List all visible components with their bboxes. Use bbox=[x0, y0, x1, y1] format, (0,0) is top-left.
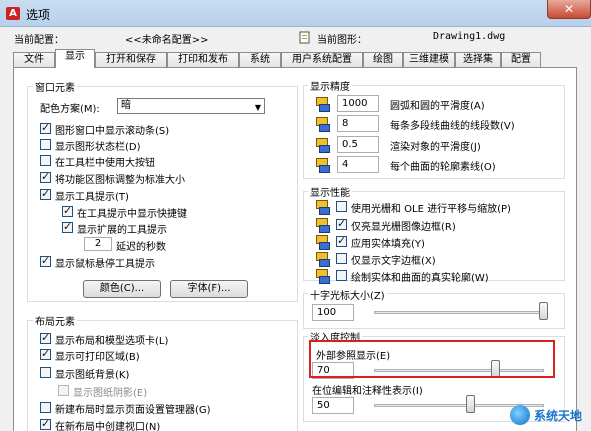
create-viewport-checkbox[interactable] bbox=[40, 417, 51, 430]
paper-background-label: 显示图纸背景(K) bbox=[55, 370, 130, 381]
tooltip-delay-label: 延迟的秒数 bbox=[116, 242, 166, 253]
inplace-edit-fade-input[interactable]: 50 bbox=[312, 397, 354, 414]
tooltip-delay-input[interactable]: 2 bbox=[84, 237, 112, 251]
red-highlight-box bbox=[309, 340, 555, 378]
true-silhouettes-checkbox[interactable] bbox=[336, 270, 347, 281]
arc-smoothness-input[interactable]: 1000 bbox=[337, 95, 379, 112]
tooltips-checkbox[interactable] bbox=[40, 187, 51, 200]
raster-ole-label: 使用光栅和 OLE 进行平移与缩放(P) bbox=[351, 204, 511, 215]
paper-shadow-label: 显示图纸阴影(E) bbox=[73, 388, 148, 399]
status-bar-label: 显示图形状态栏(D) bbox=[55, 142, 141, 153]
paper-background-checkbox[interactable] bbox=[40, 367, 51, 378]
paper-shadow-checkbox[interactable] bbox=[58, 385, 69, 396]
drawing-property-icon bbox=[315, 157, 330, 173]
ribbon-icons-checkbox[interactable] bbox=[40, 170, 51, 183]
scrollbars-label: 图形窗口中显示滚动条(S) bbox=[55, 126, 170, 137]
color-scheme-value: 暗 bbox=[121, 100, 131, 111]
extended-tooltips-checkbox[interactable] bbox=[62, 220, 73, 233]
color-scheme-label: 配色方案(M): bbox=[40, 104, 100, 115]
watermark: 系统天地 bbox=[510, 403, 590, 429]
window-elements-title: 窗口元素 bbox=[33, 79, 77, 94]
watermark-text: 系统天地 bbox=[534, 409, 583, 423]
solid-fill-label: 应用实体填充(Y) bbox=[351, 239, 425, 250]
drawing-property-icon bbox=[315, 234, 330, 250]
drawing-property-icon bbox=[315, 217, 330, 233]
current-profile-value: <<未命名配置>> bbox=[125, 35, 209, 46]
tab-user-preferences[interactable]: 用户系统配置 bbox=[281, 52, 363, 68]
current-profile-label: 当前配置： bbox=[14, 35, 64, 46]
large-buttons-checkbox[interactable] bbox=[40, 155, 51, 166]
tab-3d-modeling[interactable]: 三维建模 bbox=[403, 52, 455, 68]
tab-drafting[interactable]: 绘图 bbox=[363, 52, 403, 68]
tooltips-label: 显示工具提示(T) bbox=[55, 192, 129, 203]
tab-open-save[interactable]: 打开和保存 bbox=[95, 52, 167, 68]
render-smoothness-input[interactable]: 0.5 bbox=[337, 136, 379, 153]
autocad-app-icon: A bbox=[6, 7, 20, 20]
create-viewport-label: 在新布局中创建视口(N) bbox=[55, 422, 161, 431]
printable-area-checkbox[interactable] bbox=[40, 347, 51, 360]
tab-selection[interactable]: 选择集 bbox=[455, 52, 501, 68]
text-boundary-checkbox[interactable] bbox=[336, 253, 347, 264]
crosshair-size-input[interactable]: 100 bbox=[312, 304, 354, 321]
color-scheme-select[interactable]: 暗 ▼ bbox=[117, 98, 265, 114]
text-boundary-label: 仅显示文字边框(X) bbox=[351, 256, 436, 267]
drawing-property-icon bbox=[315, 116, 330, 132]
drawing-property-icon bbox=[315, 251, 330, 267]
current-drawing-label: 当前图形： bbox=[317, 35, 367, 46]
polyline-segments-label: 每条多段线曲线的线段数(V) bbox=[390, 121, 515, 132]
shortcut-keys-label: 在工具提示中显示快捷键 bbox=[77, 209, 187, 220]
layout-model-tabs-label: 显示布局和模型选项卡(L) bbox=[55, 336, 169, 347]
tab-display[interactable]: 显示 bbox=[55, 49, 95, 68]
inplace-edit-fade-slider-thumb[interactable] bbox=[466, 395, 475, 413]
fonts-button[interactable]: 字体(F)... bbox=[170, 280, 248, 298]
inplace-edit-fade-label: 在位编辑和注释性表示(I) bbox=[312, 386, 423, 397]
large-buttons-label: 在工具栏中使用大按钮 bbox=[55, 158, 155, 169]
extended-tooltips-label: 显示扩展的工具提示 bbox=[77, 225, 167, 236]
window-title: 选项 bbox=[26, 8, 51, 22]
page-setup-manager-checkbox[interactable] bbox=[40, 402, 51, 413]
contour-lines-label: 每个曲面的轮廓素线(O) bbox=[390, 162, 496, 173]
rollover-tooltips-checkbox[interactable] bbox=[40, 254, 51, 267]
tab-profiles[interactable]: 配置 bbox=[501, 52, 541, 68]
raster-frame-label: 仅亮显光栅图像边框(R) bbox=[351, 222, 456, 233]
drawing-property-icon bbox=[315, 199, 330, 215]
true-silhouettes-label: 绘制实体和曲面的真实轮廓(W) bbox=[351, 273, 489, 284]
arc-smoothness-label: 圆弧和圆的平滑度(A) bbox=[390, 101, 485, 112]
tab-system[interactable]: 系统 bbox=[239, 52, 281, 68]
close-button[interactable]: ✕ bbox=[547, 0, 591, 19]
shortcut-keys-checkbox[interactable] bbox=[62, 204, 73, 217]
status-bar-checkbox[interactable] bbox=[40, 139, 51, 150]
page-setup-manager-label: 新建布局时显示页面设置管理器(G) bbox=[55, 405, 211, 416]
chevron-down-icon: ▼ bbox=[254, 103, 261, 112]
crosshair-slider-thumb[interactable] bbox=[539, 302, 548, 320]
drawing-property-icon bbox=[315, 137, 330, 153]
crosshair-slider-track[interactable] bbox=[374, 311, 544, 314]
contour-lines-input[interactable]: 4 bbox=[337, 156, 379, 173]
crosshair-size-title: 十字光标大小(Z) bbox=[308, 287, 387, 302]
tab-plot-publish[interactable]: 打印和发布 bbox=[167, 52, 239, 68]
rollover-tooltips-label: 显示鼠标悬停工具提示 bbox=[55, 259, 155, 270]
colors-button[interactable]: 颜色(C)... bbox=[83, 280, 161, 298]
printable-area-label: 显示可打印区域(B) bbox=[55, 352, 140, 363]
current-drawing-value: Drawing1.dwg bbox=[433, 31, 506, 42]
render-smoothness-label: 渲染对象的平滑度(J) bbox=[390, 142, 481, 153]
solid-fill-checkbox[interactable] bbox=[336, 234, 347, 247]
drawing-file-icon bbox=[299, 31, 310, 44]
watermark-logo-icon bbox=[510, 405, 530, 425]
display-resolution-title: 显示精度 bbox=[308, 78, 352, 93]
tab-files[interactable]: 文件 bbox=[13, 52, 55, 68]
drawing-property-icon bbox=[315, 96, 330, 112]
title-bar: A 选项 ✕ bbox=[0, 0, 591, 27]
layout-elements-title: 布局元素 bbox=[33, 313, 77, 328]
polyline-segments-input[interactable]: 8 bbox=[337, 115, 379, 132]
display-performance-title: 显示性能 bbox=[308, 184, 352, 199]
layout-model-tabs-checkbox[interactable] bbox=[40, 331, 51, 344]
drawing-property-icon bbox=[315, 268, 330, 284]
raster-ole-checkbox[interactable] bbox=[336, 201, 347, 212]
raster-frame-checkbox[interactable] bbox=[336, 217, 347, 230]
scrollbars-checkbox[interactable] bbox=[40, 121, 51, 134]
ribbon-icons-label: 将功能区图标调整为标准大小 bbox=[55, 175, 185, 186]
